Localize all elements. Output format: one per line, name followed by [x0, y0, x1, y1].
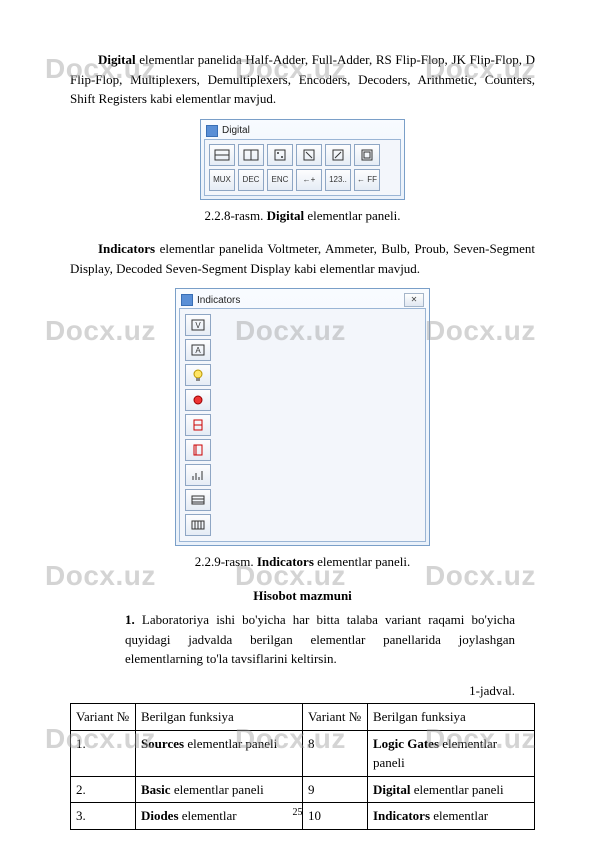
shift-register-icon: ← FF: [354, 169, 380, 191]
panel-title: Indicators: [197, 293, 240, 308]
bold-indicators: Indicators: [98, 241, 155, 256]
text: elementlar paneli: [184, 736, 277, 751]
text: elementlar panelida Half-Adder, Full-Add…: [70, 52, 535, 106]
indicators-panel-figure: Indicators ✕ V A: [175, 288, 430, 546]
panel-title: Digital: [222, 123, 250, 138]
cell: 9: [302, 776, 367, 803]
table-row: 2. Basic elementlar paneli 9 Digital ele…: [71, 776, 535, 803]
panel-header: Indicators ✕: [179, 292, 426, 308]
digital-panel-figure: Digital MUX DEC ENC ←+ 123.. ← FF: [200, 119, 405, 200]
caption-bold: Indicators: [257, 554, 314, 569]
bold: Digital: [373, 782, 411, 797]
caption-pre: 2.2.9-rasm.: [195, 554, 257, 569]
jk-flipflop-icon: [296, 144, 322, 166]
counter-icon: 123..: [325, 169, 351, 191]
bulb-icon: [185, 364, 211, 386]
panel-icon: [206, 125, 218, 137]
caption-pre: 2.2.8-rasm.: [204, 208, 266, 223]
cell: 1.: [71, 730, 136, 776]
panel-header: Digital: [204, 123, 401, 139]
ammeter-icon: A: [185, 339, 211, 361]
panel-body: V A: [179, 308, 426, 542]
task-text: Laboratoriya ishi bo'yicha har bitta tal…: [125, 612, 515, 666]
cell: Digital elementlar paneli: [367, 776, 534, 803]
table-header-row: Variant № Berilgan funksiya Variant № Be…: [71, 704, 535, 731]
panel-icon: [181, 294, 193, 306]
tool-row: MUX DEC ENC ←+ 123.. ← FF: [209, 169, 396, 191]
page-number: 25: [0, 805, 595, 820]
bold: Sources: [141, 736, 184, 751]
th-func1: Berilgan funksiya: [135, 704, 302, 731]
task-paragraph: 1. Laboratoriya ishi bo'yicha har bitta …: [125, 610, 515, 669]
th-variant1: Variant №: [71, 704, 136, 731]
paragraph-indicators: Indicators elementlar panelida Voltmeter…: [70, 239, 535, 278]
cell: 8: [302, 730, 367, 776]
panel-body: MUX DEC ENC ←+ 123.. ← FF: [204, 139, 401, 196]
caption-post: elementlar paneli.: [314, 554, 410, 569]
figure-caption-2: 2.2.9-rasm. Indicators elementlar paneli…: [70, 552, 535, 572]
full-adder-icon: [238, 144, 264, 166]
rs-flipflop-icon: [267, 144, 293, 166]
d-flipflop-icon: [325, 144, 351, 166]
cell: 2.: [71, 776, 136, 803]
bold: Logic Gates: [373, 736, 439, 751]
table-row: 1. Sources elementlar paneli 8 Logic Gat…: [71, 730, 535, 776]
close-icon: ✕: [404, 293, 424, 307]
watermark: Docx.uz: [425, 310, 536, 352]
caption-post: elementlar paneli.: [304, 208, 400, 223]
bargraph-icon: [185, 464, 211, 486]
svg-text:V: V: [195, 321, 201, 330]
cell: Basic elementlar paneli: [135, 776, 302, 803]
mux-icon: MUX: [209, 169, 235, 191]
bold: Basic: [141, 782, 171, 797]
generic-flipflop-icon: [354, 144, 380, 166]
text: elementlar paneli: [411, 782, 504, 797]
half-adder-icon: [209, 144, 235, 166]
display-icon: [185, 489, 211, 511]
th-variant2: Variant №: [302, 704, 367, 731]
arithmetic-icon: ←+: [296, 169, 322, 191]
buzzer-icon: [185, 514, 211, 536]
caption-bold: Digital: [267, 208, 305, 223]
watermark: Docx.uz: [45, 310, 156, 352]
dec-icon: DEC: [238, 169, 264, 191]
cell: Sources elementlar paneli: [135, 730, 302, 776]
th-func2: Berilgan funksiya: [367, 704, 534, 731]
paragraph-digital: Digital elementlar panelida Half-Adder, …: [70, 50, 535, 109]
table-label: 1-jadval.: [70, 681, 515, 701]
seven-seg-icon: [185, 414, 211, 436]
svg-text:A: A: [195, 346, 201, 355]
bold-digital: Digital: [98, 52, 136, 67]
figure-caption-1: 2.2.8-rasm. Digital elementlar paneli.: [70, 206, 535, 226]
cell: Logic Gates elementlar paneli: [367, 730, 534, 776]
enc-icon: ENC: [267, 169, 293, 191]
text: elementlar paneli: [171, 782, 264, 797]
voltmeter-icon: V: [185, 314, 211, 336]
section-heading: Hisobot mazmuni: [70, 586, 535, 606]
task-number: 1.: [125, 612, 135, 627]
tool-row: [209, 144, 396, 166]
decoded-seven-seg-icon: [185, 439, 211, 461]
probe-icon: [185, 389, 211, 411]
